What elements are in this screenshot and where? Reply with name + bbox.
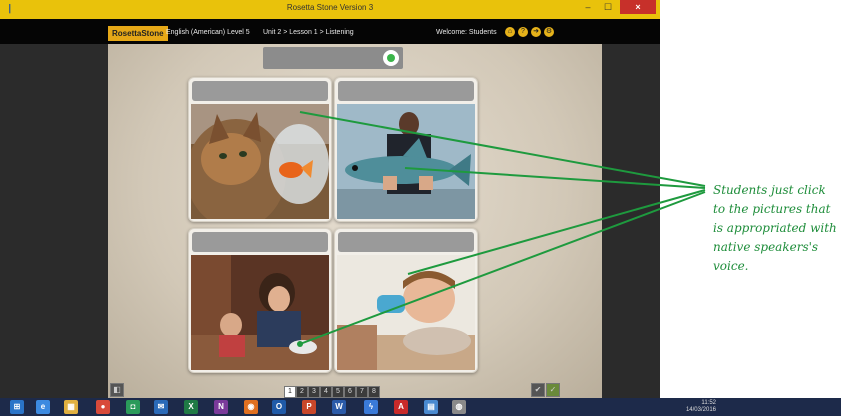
cat-and-goldfish-image[interactable] xyxy=(191,104,329,219)
picture-card-man-holding-fish[interactable] xyxy=(334,77,478,222)
card-caption-box xyxy=(338,81,474,101)
onenote-icon[interactable]: N xyxy=(214,400,228,414)
chrome-icon[interactable]: ● xyxy=(96,400,110,414)
picture-card-woman-and-baby-eating[interactable] xyxy=(188,228,332,373)
powerpoint-icon[interactable]: P xyxy=(302,400,316,414)
firefox-icon[interactable]: ◉ xyxy=(244,400,258,414)
boy-drinking-image[interactable] xyxy=(337,255,475,370)
card-caption-box xyxy=(192,232,328,252)
help-icon[interactable]: ? xyxy=(518,27,528,37)
page-button[interactable]: 2 xyxy=(296,386,308,398)
acrobat-icon[interactable]: A xyxy=(394,400,408,414)
word-icon[interactable]: W xyxy=(332,400,346,414)
next-icon[interactable]: ✓ xyxy=(546,383,560,397)
exit-icon[interactable]: ➜ xyxy=(531,27,541,37)
page-button[interactable]: 1 xyxy=(284,386,296,398)
rosetta-logo: RosettaStone xyxy=(108,26,168,41)
page-button[interactable]: 7 xyxy=(356,386,368,398)
system-clock[interactable]: 11:52 14/03/2016 xyxy=(686,400,716,414)
audio-progress-bar[interactable] xyxy=(263,47,403,69)
close-button[interactable]: × xyxy=(620,0,656,14)
page-button[interactable]: 3 xyxy=(308,386,320,398)
welcome-user: Welcome: Students xyxy=(436,29,497,36)
page-button[interactable]: 5 xyxy=(332,386,344,398)
rosetta-icon[interactable]: ◍ xyxy=(452,400,466,414)
play-indicator-icon[interactable] xyxy=(383,50,399,66)
store-icon[interactable]: ◘ xyxy=(126,400,140,414)
mail-icon[interactable]: ✉ xyxy=(154,400,168,414)
page-button[interactable]: 6 xyxy=(344,386,356,398)
clock-date: 14/03/2016 xyxy=(685,407,716,413)
maximize-button[interactable]: ☐ xyxy=(598,0,618,14)
excel-icon[interactable]: X xyxy=(184,400,198,414)
outlook-icon[interactable]: O xyxy=(272,400,286,414)
explorer-icon[interactable]: ▦ xyxy=(64,400,78,414)
back-button[interactable]: ◧ xyxy=(110,383,124,397)
rosetta-window: ❘ Rosetta Stone Version 3 – ☐ × RosettaS… xyxy=(0,0,660,416)
settings-icon[interactable]: ⚙ xyxy=(544,27,554,37)
woman-and-baby-eating-image[interactable] xyxy=(191,255,329,370)
home-icon[interactable]: ⌂ xyxy=(505,27,515,37)
annotation-note: Students just click to the pictures that… xyxy=(713,183,837,273)
clock-time: 11:52 xyxy=(701,400,716,406)
breadcrumb[interactable]: Unit 2 > Lesson 1 > Listening xyxy=(263,27,354,39)
notepad-icon[interactable]: ▤ xyxy=(424,400,438,414)
card-caption-box xyxy=(192,81,328,101)
ie-icon[interactable]: e xyxy=(36,400,50,414)
man-holding-fish-image[interactable] xyxy=(337,104,475,219)
picture-card-boy-drinking[interactable] xyxy=(334,228,478,373)
course-title[interactable]: English (American) Level 5 xyxy=(166,27,250,39)
start-icon[interactable]: ⊞ xyxy=(10,400,24,414)
window-title: Rosetta Stone Version 3 xyxy=(286,3,374,12)
grade-icon[interactable]: ✔ xyxy=(531,383,545,397)
card-caption-box xyxy=(338,232,474,252)
page-button[interactable]: 4 xyxy=(320,386,332,398)
title-bar[interactable]: ❘ Rosetta Stone Version 3 – ☐ × xyxy=(0,0,660,19)
flash-icon[interactable]: ϟ xyxy=(364,400,378,414)
picture-card-cat-and-goldfish[interactable] xyxy=(188,77,332,222)
page-button[interactable]: 8 xyxy=(368,386,380,398)
minimize-button[interactable]: – xyxy=(578,0,598,14)
